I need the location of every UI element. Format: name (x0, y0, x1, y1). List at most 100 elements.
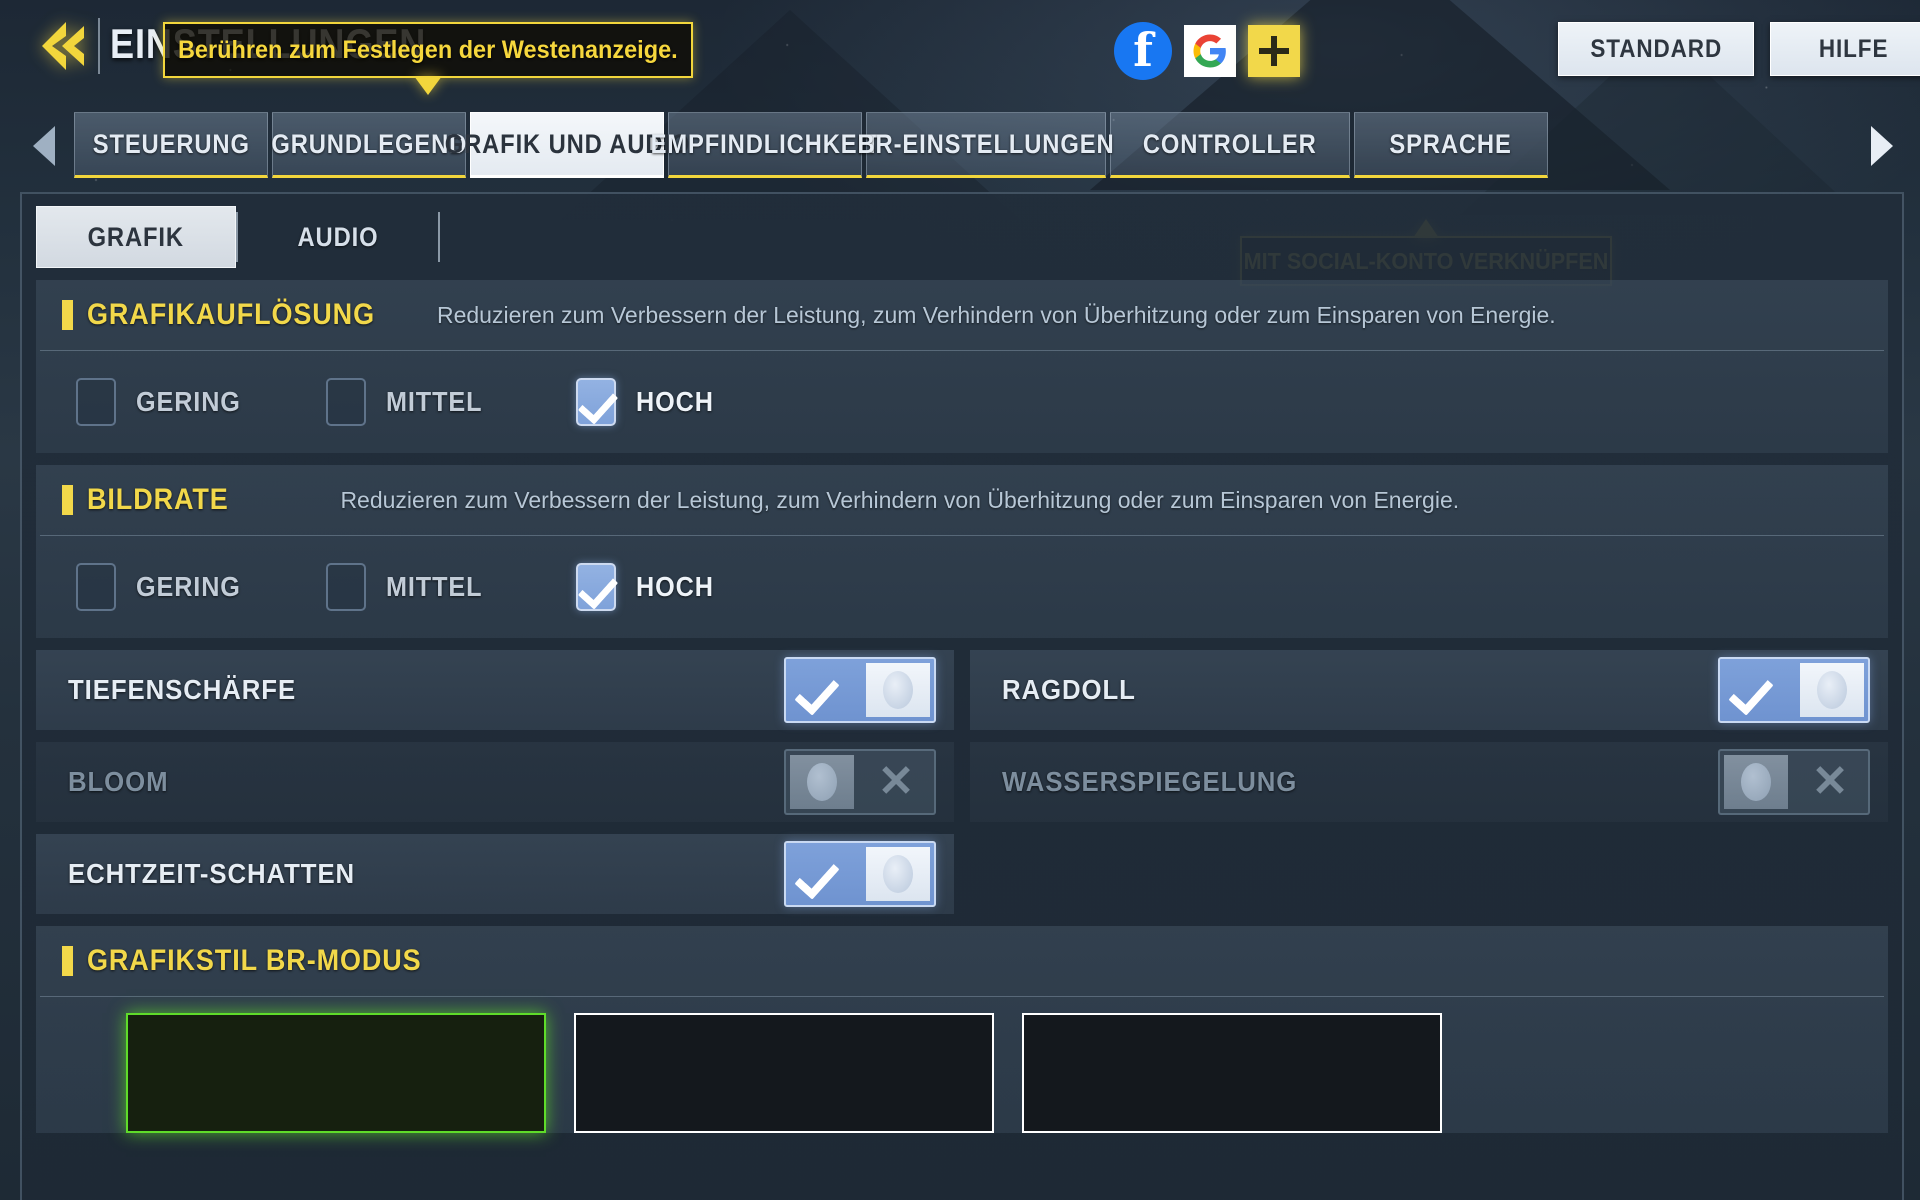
facebook-icon[interactable] (1114, 22, 1172, 80)
standard-button-label: STANDARD (1590, 34, 1722, 63)
tab-steuerung[interactable]: STEUERUNG (74, 112, 268, 178)
tab-sprache[interactable]: SPRACHE (1354, 112, 1548, 178)
setting-label: BLOOM (68, 766, 169, 797)
tab-grundlegend[interactable]: GRUNDLEGEND (271, 112, 466, 178)
tab-label: BR-EINSTELLUNGEN (857, 128, 1115, 159)
checkbox-unchecked-icon[interactable] (76, 378, 116, 426)
graphic-style-card-list (36, 997, 1888, 1133)
subtab-label: AUDIO (297, 221, 379, 252)
social-account-buttons (1114, 22, 1300, 80)
setting-label: WASSERSPIEGELUNG (1002, 766, 1298, 797)
tab-list: STEUERUNG GRUNDLEGEND GRAFIK UND AUDIO E… (74, 112, 1852, 178)
group-description: Reduzieren zum Verbessern der Leistung, … (340, 486, 1460, 513)
accent-bar-icon (62, 946, 73, 976)
tab-label: STEUERUNG (92, 128, 250, 159)
setting-bloom[interactable]: BLOOM ✕ (36, 742, 954, 822)
chevron-left-icon[interactable] (24, 122, 64, 170)
back-arrow-icon[interactable] (40, 18, 86, 74)
option-mittel[interactable]: MITTEL (326, 378, 576, 426)
group-title: GRAFIKSTIL BR-MODUS (87, 944, 422, 977)
framerate-options: GERING MITTEL HOCH (36, 536, 1888, 638)
checkbox-unchecked-icon[interactable] (326, 563, 366, 611)
group-title: BILDRATE (87, 483, 229, 516)
toggle-switch-on[interactable] (784, 657, 936, 723)
option-label: HOCH (636, 571, 714, 602)
option-gering[interactable]: GERING (76, 378, 326, 426)
standard-button[interactable]: STANDARD (1558, 22, 1754, 76)
toggle-switch-off[interactable]: ✕ (1718, 749, 1870, 815)
setting-label: RAGDOLL (1002, 674, 1136, 705)
accent-bar-icon (62, 485, 73, 515)
setting-tiefenschaerfe[interactable]: TIEFENSCHÄRFE (36, 650, 954, 730)
toggle-switch-on[interactable] (1718, 657, 1870, 723)
tab-label: SPRACHE (1389, 128, 1513, 159)
header-bar: EINSTELLUNGEN Berühren zum Festlegen der… (0, 0, 1920, 100)
setting-ragdoll[interactable]: RAGDOLL (970, 650, 1888, 730)
accent-bar-icon (62, 300, 73, 330)
graphic-style-card[interactable] (574, 1013, 994, 1133)
tab-br-einstellungen[interactable]: BR-EINSTELLUNGEN (858, 112, 1114, 178)
toggle-switch-on[interactable] (784, 841, 936, 907)
toggle-row-pair: BLOOM ✕ WASSERSPIEGELUNG ✕ (36, 742, 1888, 822)
setting-echtzeit-schatten[interactable]: ECHTZEIT-SCHATTEN (36, 834, 954, 914)
google-icon[interactable] (1184, 25, 1236, 77)
help-button[interactable]: HILFE (1770, 22, 1920, 76)
settings-screen: EINSTELLUNGEN Berühren zum Festlegen der… (0, 0, 1920, 1200)
group-grafikstil-br-modus: GRAFIKSTIL BR-MODUS (36, 926, 1888, 1133)
option-label: GERING (136, 386, 241, 417)
group-header: GRAFIKAUFLÖSUNG Reduzieren zum Verbesser… (36, 280, 1888, 350)
resolution-options: GERING MITTEL HOCH (36, 351, 1888, 453)
tab-empfindlichkeit[interactable]: EMPFINDLICHKEIT (650, 112, 879, 178)
close-icon: ✕ (1811, 757, 1849, 806)
settings-scroll-area[interactable]: GRAFIKAUFLÖSUNG Reduzieren zum Verbesser… (36, 280, 1888, 1200)
group-description: Reduzieren zum Verbessern der Leistung, … (436, 301, 1556, 328)
vest-display-tooltip-text: Berühren zum Festlegen der Westenanzeige… (178, 35, 678, 64)
help-button-label: HILFE (1819, 34, 1889, 63)
option-label: HOCH (636, 386, 714, 417)
subtab-grafik[interactable]: GRAFIK (36, 206, 236, 268)
vest-display-tooltip: Berühren zum Festlegen der Westenanzeige… (163, 22, 693, 95)
group-bildrate: BILDRATE Reduzieren zum Verbessern der L… (36, 465, 1888, 638)
tab-bar: STEUERUNG GRUNDLEGEND GRAFIK UND AUDIO E… (0, 110, 1920, 286)
subtab-label: GRAFIK (87, 221, 185, 252)
close-icon: ✕ (877, 757, 915, 806)
graphic-style-card[interactable] (1022, 1013, 1442, 1133)
toggle-row-pair: TIEFENSCHÄRFE RAGDOLL (36, 650, 1888, 730)
group-header: GRAFIKSTIL BR-MODUS (36, 926, 1888, 996)
chevron-right-icon[interactable] (1862, 122, 1902, 170)
option-hoch[interactable]: HOCH (576, 563, 722, 611)
setting-wasserspiegelung[interactable]: WASSERSPIEGELUNG ✕ (970, 742, 1888, 822)
group-title: GRAFIKAUFLÖSUNG (87, 298, 375, 331)
subtab-audio[interactable]: AUDIO (238, 206, 438, 268)
checkbox-checked-icon[interactable] (576, 378, 616, 426)
subtab-divider (438, 212, 440, 262)
check-icon (786, 659, 862, 721)
checkbox-unchecked-icon[interactable] (326, 378, 366, 426)
tab-grafik-und-audio[interactable]: GRAFIK UND AUDIO (444, 112, 689, 178)
setting-label: ECHTZEIT-SCHATTEN (68, 858, 356, 889)
add-account-icon[interactable] (1248, 25, 1300, 77)
toggle-knob (790, 755, 854, 809)
toggle-knob (866, 847, 930, 901)
tooltip-caret-down-icon (414, 76, 442, 95)
toggle-knob (1724, 755, 1788, 809)
toggle-switch-off[interactable]: ✕ (784, 749, 936, 815)
toggle-row-spacer (970, 834, 1888, 914)
tab-label: EMPFINDLICHKEIT (650, 128, 880, 159)
settings-panel: GRAFIK AUDIO GRAFIKAUFLÖSUNG Reduzieren … (20, 192, 1904, 1200)
checkbox-unchecked-icon[interactable] (76, 563, 116, 611)
option-gering[interactable]: GERING (76, 563, 326, 611)
setting-label: TIEFENSCHÄRFE (68, 674, 297, 705)
toggle-row-pair: ECHTZEIT-SCHATTEN (36, 834, 1888, 914)
check-icon (786, 843, 862, 905)
group-grafikaufloesung: GRAFIKAUFLÖSUNG Reduzieren zum Verbesser… (36, 280, 1888, 453)
sub-tab-list: GRAFIK AUDIO (36, 206, 440, 268)
graphic-style-card-selected[interactable] (126, 1013, 546, 1133)
option-hoch[interactable]: HOCH (576, 378, 722, 426)
toggle-knob (1800, 663, 1864, 717)
group-header: BILDRATE Reduzieren zum Verbessern der L… (36, 465, 1888, 535)
tab-label: CONTROLLER (1143, 128, 1317, 159)
tab-controller[interactable]: CONTROLLER (1110, 112, 1350, 178)
checkbox-checked-icon[interactable] (576, 563, 616, 611)
option-mittel[interactable]: MITTEL (326, 563, 576, 611)
